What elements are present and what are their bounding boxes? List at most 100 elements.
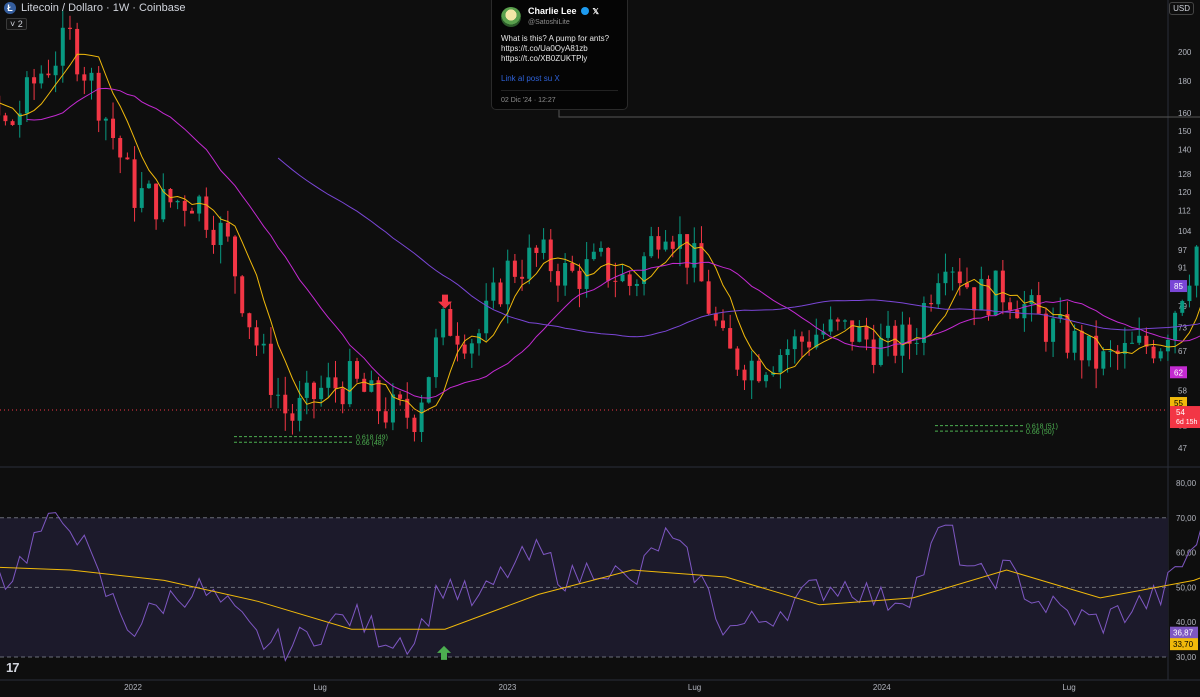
candle-body	[240, 276, 245, 314]
candle-body	[319, 387, 324, 400]
candle-body	[333, 377, 338, 389]
tweet-link[interactable]: Link al post su X	[501, 74, 560, 84]
candle-body	[419, 402, 424, 433]
tweet-text-line: https://t.co/Ua0OyA81zb	[501, 44, 588, 53]
candle-body	[376, 380, 381, 412]
candle-body	[735, 348, 740, 370]
ma-slow-price-label: 85	[1174, 282, 1183, 291]
tradingview-logo-icon: 17	[6, 660, 20, 675]
candle-body	[441, 308, 446, 338]
candle-body	[168, 188, 173, 203]
tweet-text-line: What is this? A pump for ants?	[501, 34, 610, 43]
price-tick-label: 112	[1178, 207, 1191, 216]
candle-body	[3, 115, 8, 122]
tweet-author: Charlie Lee 𝕏	[528, 6, 599, 17]
candle-body	[233, 236, 238, 277]
price-tick-label: 200	[1178, 48, 1192, 57]
candle-body	[936, 283, 941, 305]
candle-body	[175, 200, 180, 203]
candle-body	[527, 247, 532, 279]
candle-body	[972, 287, 977, 311]
candle-body	[426, 377, 431, 403]
candle-body	[10, 121, 15, 125]
candle-body	[1137, 335, 1142, 343]
candle-body	[1043, 313, 1048, 342]
candle-body	[297, 397, 302, 421]
candle-body	[520, 276, 525, 279]
candle-body	[469, 343, 474, 354]
candle-body	[785, 349, 790, 356]
candle-body	[89, 72, 94, 81]
tweet-author-name: Charlie Lee	[528, 6, 577, 16]
candle-body	[1180, 301, 1185, 313]
candle-body	[96, 72, 101, 121]
time-tick-label: Lug	[314, 683, 327, 692]
candle-body	[807, 341, 812, 348]
candle-body	[225, 222, 230, 237]
rsi-tick-label: 60,00	[1176, 549, 1197, 558]
candle-body	[599, 247, 603, 252]
candle-body	[577, 270, 582, 289]
price-tick-label: 120	[1178, 188, 1192, 197]
candle-body	[656, 236, 661, 250]
indicator-collapse-button[interactable]: ˅ 2	[6, 18, 27, 30]
candle-body	[412, 417, 417, 433]
candle-body	[943, 271, 948, 284]
candle-body	[563, 262, 568, 286]
price-tick-label: 91	[1178, 263, 1187, 272]
candle-body	[957, 271, 962, 284]
divider	[501, 90, 618, 91]
candle-body	[355, 361, 360, 379]
candle-body	[929, 303, 934, 305]
candle-body	[82, 74, 87, 81]
candle-body	[455, 335, 460, 345]
candle-body	[125, 157, 130, 160]
currency-button[interactable]: USD	[1169, 2, 1194, 15]
candle-body	[290, 413, 295, 421]
time-tick-label: 2024	[873, 683, 891, 692]
candle-body	[534, 247, 539, 253]
candle-body	[1015, 309, 1020, 319]
candle-body	[620, 274, 625, 282]
candle-body	[433, 337, 438, 378]
candle-body	[369, 380, 374, 392]
fib-2022-label: 0.66 (48)	[356, 440, 384, 447]
rsi-tick-label: 30,00	[1176, 653, 1197, 662]
price-tick-label: 128	[1178, 170, 1192, 179]
price-tick-label: 58	[1178, 387, 1187, 396]
candle-body	[914, 342, 919, 344]
candle-body	[24, 77, 29, 114]
tweet-date: 02 Dic '24 · 12:27	[501, 97, 556, 104]
candle-body	[512, 260, 517, 277]
candle-body	[118, 138, 123, 158]
verified-badge-icon	[580, 7, 589, 15]
candle-body	[75, 28, 80, 75]
countdown-label: 6d 15h	[1176, 419, 1198, 426]
chart-header: Ł Litecoin / Dollaro · 1W · Coinbase	[4, 2, 185, 14]
tweet-card: Charlie Lee 𝕏 @SatoshiLite What is this? …	[491, 0, 628, 110]
candle-body	[60, 27, 65, 66]
price-tick-label: 150	[1178, 127, 1192, 136]
candle-body	[857, 326, 862, 342]
candle-body	[663, 241, 668, 250]
candle-body	[39, 73, 44, 84]
candle-body	[778, 355, 783, 373]
time-tick-label: Lug	[688, 683, 701, 692]
candle-body	[1008, 302, 1013, 310]
candle-body	[886, 325, 891, 338]
candle-body	[283, 394, 288, 414]
candle-body	[764, 374, 769, 382]
candle-body	[921, 303, 926, 343]
candle-body	[541, 239, 546, 253]
rsi-tick-label: 70,00	[1176, 514, 1197, 523]
ma-mid-price-label: 62	[1174, 368, 1183, 377]
candle-body	[304, 382, 309, 398]
price-tick-label: 73	[1178, 324, 1187, 333]
candle-body	[311, 382, 316, 400]
candle-body	[505, 260, 510, 305]
candle-body	[1108, 350, 1113, 352]
rsi-value-label: 36,87	[1173, 629, 1194, 638]
candle-body	[398, 394, 403, 399]
candle-body	[649, 236, 654, 257]
candle-body	[146, 183, 151, 189]
